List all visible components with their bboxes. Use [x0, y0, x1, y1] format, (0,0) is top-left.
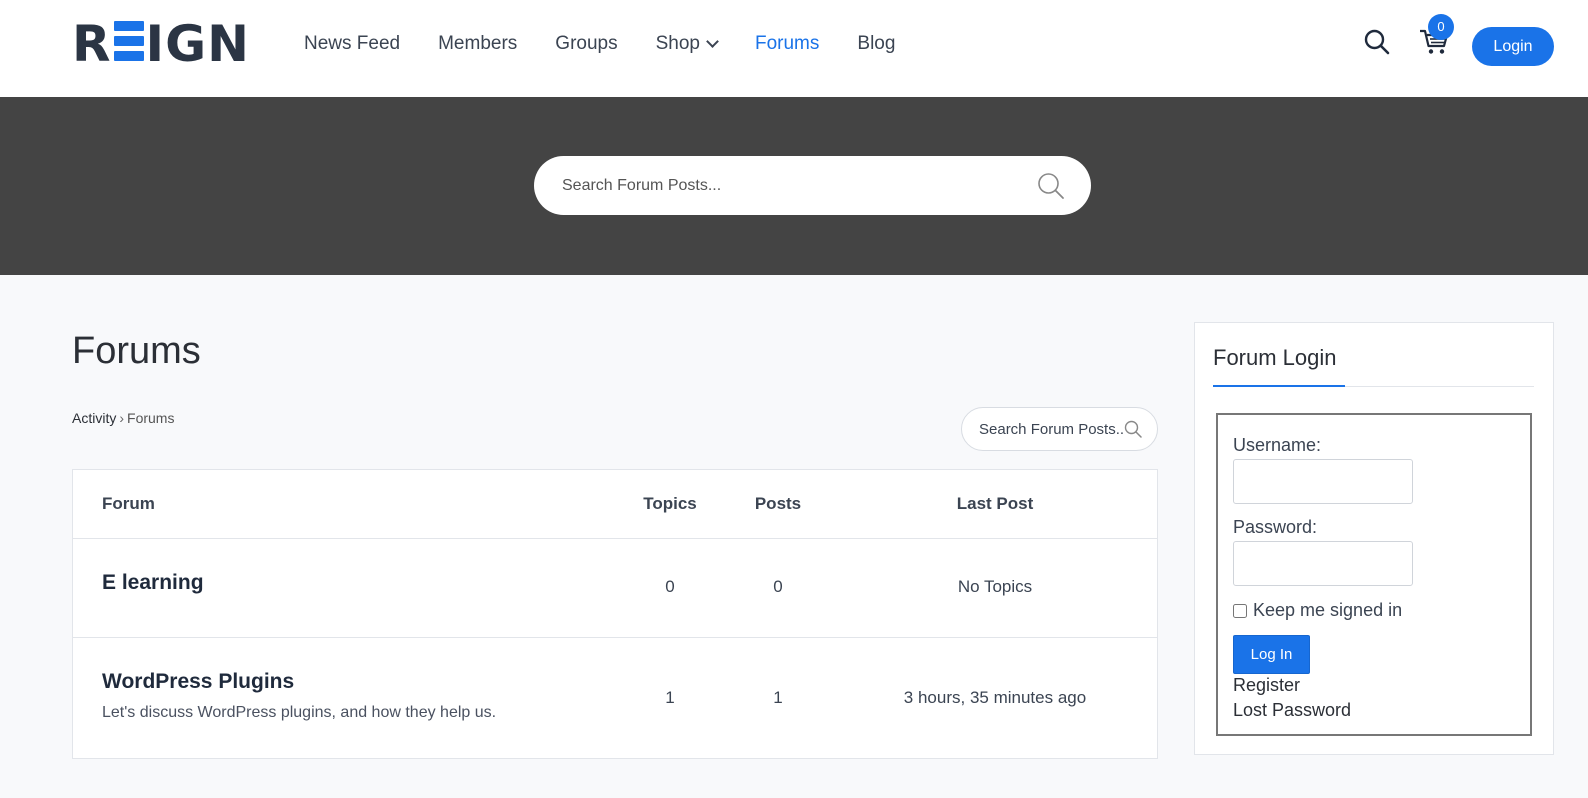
password-field[interactable]	[1233, 541, 1413, 586]
cart-count-badge: 0	[1428, 14, 1454, 40]
nav-groups[interactable]: Groups	[555, 30, 617, 58]
banner-search-input[interactable]	[562, 156, 1032, 215]
username-label: Username:	[1233, 435, 1322, 455]
last-post-link[interactable]: 3 hours, 35 minutes ago	[873, 688, 1117, 708]
breadcrumb-activity-link[interactable]: Activity	[72, 410, 116, 426]
site-logo[interactable]: R IGN	[72, 15, 251, 73]
search-icon[interactable]	[1124, 420, 1142, 438]
forum-cell: WordPress Plugins Let's discuss WordPres…	[102, 670, 496, 722]
header-forum: Forum	[102, 494, 155, 513]
search-icon[interactable]	[1364, 29, 1390, 55]
header-last-post: Last Post	[956, 494, 1034, 513]
header-posts: Posts	[754, 494, 802, 513]
banner-search-box	[534, 156, 1091, 215]
breadcrumb: Activity › Forums	[72, 410, 174, 426]
login-form: Username: Password: Keep me signed in Lo…	[1216, 413, 1532, 736]
site-header: R IGN News Feed Members Groups Shop Foru…	[0, 0, 1588, 97]
breadcrumb-separator: ›	[119, 410, 125, 426]
widget-title-accent	[1213, 385, 1345, 387]
last-post: No Topics	[957, 577, 1033, 596]
logo-text-left: R	[72, 15, 112, 73]
search-icon[interactable]	[1037, 172, 1065, 200]
forum-login-widget: Forum Login Username: Password: Keep me …	[1194, 322, 1554, 755]
nav-shop-label: Shop	[655, 33, 700, 54]
widget-title: Forum Login	[1213, 345, 1337, 370]
page-title: Forums	[72, 330, 201, 372]
login-button[interactable]: Login	[1472, 27, 1554, 66]
nav-news-feed[interactable]: News Feed	[304, 30, 400, 58]
breadcrumb-current: Forums	[127, 410, 175, 426]
header-topics: Topics	[643, 494, 697, 513]
password-label: Password:	[1233, 517, 1318, 537]
register-link[interactable]: Register	[1233, 675, 1300, 696]
chevron-down-icon	[706, 35, 719, 48]
logo-e-mark	[113, 21, 144, 61]
forum-cell: E learning	[102, 571, 204, 595]
remember-me-label: Keep me signed in	[1253, 600, 1403, 620]
nav-forums[interactable]: Forums	[755, 30, 819, 58]
forum-link-e-learning[interactable]: E learning	[102, 571, 204, 594]
table-row: E learning 0 0 No Topics	[73, 539, 1157, 638]
username-field[interactable]	[1233, 459, 1413, 504]
search-banner	[0, 97, 1588, 275]
forum-search-input[interactable]	[979, 408, 1125, 450]
posts-count: 1	[773, 688, 783, 707]
table-row: WordPress Plugins Let's discuss WordPres…	[73, 638, 1157, 758]
topics-count: 1	[665, 688, 675, 707]
table-header-row: Forum Topics Posts Last Post	[73, 470, 1157, 539]
forum-link-wordpress-plugins[interactable]: WordPress Plugins	[102, 670, 294, 693]
forum-table: Forum Topics Posts Last Post E learning …	[72, 469, 1158, 759]
nav-members[interactable]: Members	[438, 30, 517, 58]
main-nav: News Feed Members Groups Shop Forums Blo…	[304, 30, 933, 58]
forum-search-box	[961, 407, 1158, 451]
log-in-button[interactable]: Log In	[1233, 635, 1310, 674]
posts-count: 0	[773, 577, 783, 596]
remember-me[interactable]: Keep me signed in	[1233, 600, 1402, 621]
nav-shop[interactable]: Shop	[655, 30, 719, 58]
forum-description: Let's discuss WordPress plugins, and how…	[102, 704, 497, 721]
topics-count: 0	[665, 577, 675, 596]
logo-text-right: IGN	[145, 15, 251, 73]
nav-blog[interactable]: Blog	[857, 30, 895, 58]
lost-password-link[interactable]: Lost Password	[1233, 700, 1351, 721]
remember-me-checkbox[interactable]	[1233, 603, 1247, 618]
